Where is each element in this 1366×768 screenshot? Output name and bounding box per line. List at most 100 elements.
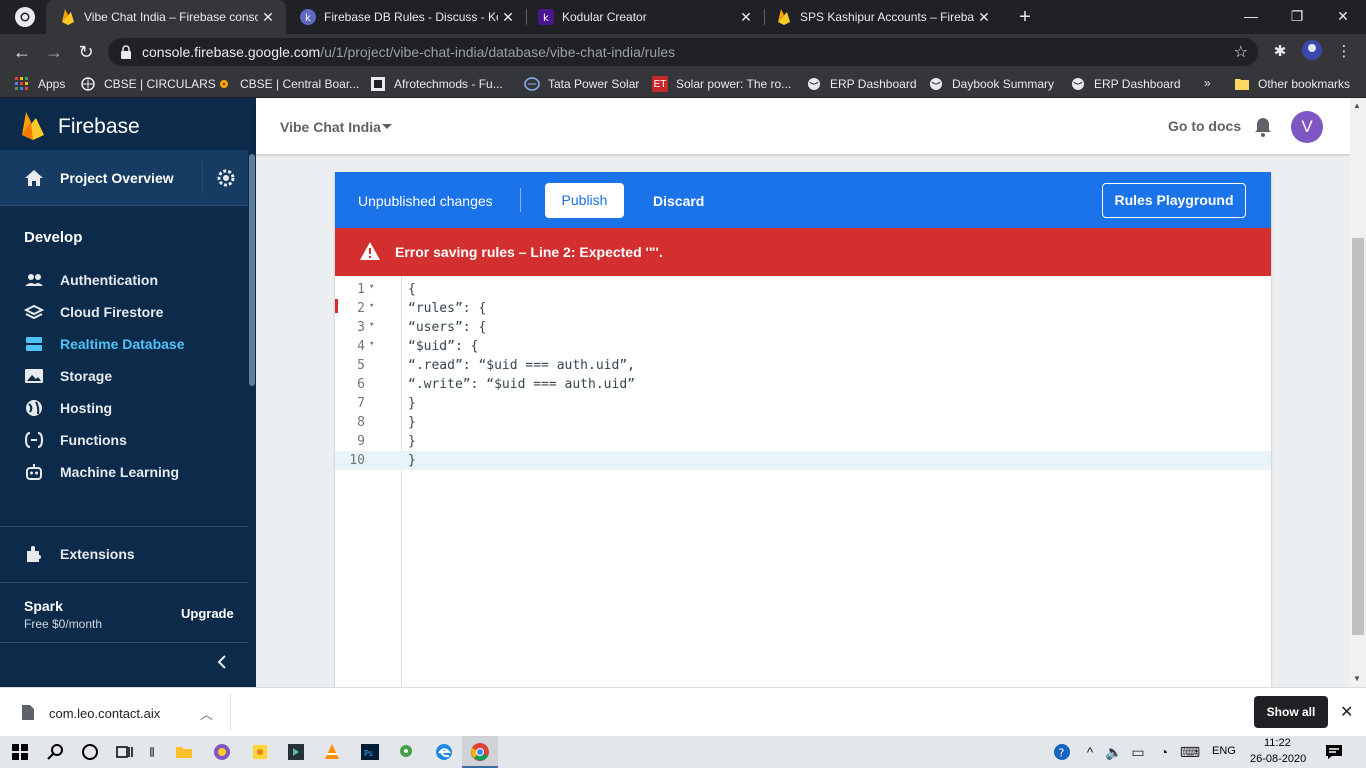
restore-icon[interactable]: ❐ bbox=[1274, 0, 1320, 34]
task-view-icon[interactable] bbox=[114, 742, 134, 762]
language-indicator[interactable]: ENG bbox=[1212, 745, 1236, 757]
bookmark-erp-dashboard-2[interactable]: ERP Dashboard bbox=[1070, 76, 1181, 92]
chevron-up-icon[interactable]: ︿ bbox=[200, 704, 213, 723]
scroll-down-icon[interactable]: ▼ bbox=[1353, 674, 1361, 683]
code-line[interactable]: 8 } bbox=[335, 413, 1271, 432]
rules-playground-button[interactable]: Rules Playground bbox=[1102, 183, 1246, 218]
code-line[interactable]: 1 ▾ { bbox=[335, 280, 1271, 299]
sidebar-item-hosting[interactable]: Hosting bbox=[0, 392, 248, 424]
fold-arrow-icon[interactable]: ▾ bbox=[369, 339, 374, 349]
new-tab-icon[interactable]: + bbox=[1014, 6, 1036, 28]
keyboard-icon[interactable]: ⌨ bbox=[1180, 742, 1200, 762]
reload-icon[interactable]: ↻ bbox=[74, 40, 98, 64]
fold-arrow-icon[interactable]: ▾ bbox=[369, 282, 374, 292]
profile-icon[interactable] bbox=[1300, 40, 1324, 64]
minimize-icon[interactable]: — bbox=[1228, 0, 1274, 34]
sidebar-item-machine-learning[interactable]: Machine Learning bbox=[0, 456, 248, 488]
code-line[interactable]: 3 ▾ “users”: { bbox=[335, 318, 1271, 337]
tab-firebase-db-rules[interactable]: k Firebase DB Rules - Discuss - Kodular … bbox=[286, 0, 526, 34]
notifications-icon[interactable] bbox=[1324, 742, 1344, 762]
bookmark-afrotechmods[interactable]: Afrotechmods - Fu... bbox=[370, 76, 503, 92]
sidebar-item-cloud-firestore[interactable]: Cloud Firestore bbox=[0, 296, 248, 328]
maps-icon[interactable] bbox=[396, 742, 416, 762]
tab-sps-kashipur[interactable]: SPS Kashipur Accounts – Firebase console… bbox=[762, 0, 1002, 34]
chrome-icon[interactable] bbox=[470, 742, 490, 762]
go-to-docs-link[interactable]: Go to docs bbox=[1168, 118, 1241, 134]
code-line[interactable]: 9 } bbox=[335, 432, 1271, 451]
rules-code-editor[interactable]: 1 ▾ { 2 ▾ “rules”: { 3 ▾ “users”: { 4 ▾ … bbox=[335, 276, 1271, 687]
bookmark-erp-dashboard[interactable]: ERP Dashboard bbox=[806, 76, 917, 92]
sidebar-item-storage[interactable]: Storage bbox=[0, 360, 248, 392]
bookmark-apps[interactable]: Apps bbox=[14, 76, 65, 92]
back-icon[interactable]: ← bbox=[10, 40, 34, 64]
sticky-notes-icon[interactable] bbox=[250, 742, 270, 762]
discard-button[interactable]: Discard bbox=[653, 193, 704, 209]
collapse-chevron-icon[interactable] bbox=[214, 654, 230, 670]
fold-arrow-icon[interactable]: ▾ bbox=[369, 301, 374, 311]
upgrade-button[interactable]: Upgrade bbox=[181, 606, 234, 621]
bookmark-daybook-summary[interactable]: Daybook Summary bbox=[928, 76, 1054, 92]
bookmark-star-icon[interactable]: ☆ bbox=[1234, 42, 1248, 62]
volume-icon[interactable]: 🔈 bbox=[1104, 742, 1124, 762]
cortana-icon[interactable] bbox=[80, 742, 100, 762]
photoshop-icon[interactable]: Ps bbox=[360, 742, 380, 762]
sidebar-item-extensions[interactable]: Extensions bbox=[0, 538, 248, 570]
wifi-icon[interactable]: ◔ bbox=[1154, 742, 1174, 762]
app-icon[interactable] bbox=[286, 742, 306, 762]
close-icon[interactable]: ✕ bbox=[736, 9, 756, 26]
address-bar[interactable]: console.firebase.google.com/u/1/project/… bbox=[108, 38, 1258, 66]
app-icon[interactable] bbox=[212, 742, 232, 762]
firebase-logo-icon[interactable] bbox=[22, 112, 44, 140]
code-line[interactable]: 5 “.read”: “$uid === auth.uid”, bbox=[335, 356, 1271, 375]
sidebar-scrollbar[interactable] bbox=[248, 150, 256, 687]
gear-icon[interactable] bbox=[216, 168, 236, 188]
tab-kodular-creator[interactable]: k Kodular Creator ✕ bbox=[524, 0, 764, 34]
show-all-button[interactable]: Show all bbox=[1254, 696, 1328, 728]
extensions-puzzle-icon[interactable]: ✱ bbox=[1268, 40, 1292, 64]
download-filename[interactable]: com.leo.contact.aix bbox=[49, 706, 160, 721]
bell-icon[interactable] bbox=[1254, 117, 1272, 137]
scroll-thumb[interactable] bbox=[1352, 238, 1364, 635]
help-icon[interactable]: ? bbox=[1052, 742, 1072, 762]
code-line[interactable]: 7 } bbox=[335, 394, 1271, 413]
scroll-thumb[interactable] bbox=[249, 154, 255, 386]
windows-start-icon[interactable] bbox=[10, 742, 30, 762]
battery-icon[interactable]: ▭ bbox=[1128, 742, 1148, 762]
project-selector[interactable]: Vibe Chat India bbox=[280, 119, 381, 135]
code-line[interactable]: 2 ▾ “rules”: { bbox=[335, 299, 1271, 318]
close-icon[interactable]: ✕ bbox=[258, 9, 278, 26]
menu-dots-icon[interactable]: ⋮ bbox=[1332, 40, 1356, 64]
scroll-up-icon[interactable]: ▲ bbox=[1353, 101, 1361, 110]
file-explorer-icon[interactable] bbox=[174, 742, 194, 762]
code-line[interactable]: 4 ▾ “$uid”: { bbox=[335, 337, 1271, 356]
page-scrollbar[interactable]: ▲ ▼ bbox=[1350, 98, 1366, 687]
project-overview-link[interactable]: Project Overview bbox=[60, 170, 174, 186]
sidebar-item-realtime-database[interactable]: Realtime Database bbox=[0, 328, 248, 360]
chevron-up-icon[interactable]: ^ bbox=[1080, 742, 1100, 762]
other-bookmarks[interactable]: Other bookmarks bbox=[1234, 76, 1350, 92]
publish-button[interactable]: Publish bbox=[545, 183, 624, 218]
tab-vibe-chat[interactable]: Vibe Chat India – Firebase console ✕ bbox=[46, 0, 286, 34]
close-icon[interactable]: ✕ bbox=[498, 9, 518, 26]
chrome-icon[interactable] bbox=[14, 6, 36, 28]
code-line-current[interactable]: 10 } bbox=[335, 451, 1271, 470]
chevron-down-icon[interactable] bbox=[382, 124, 392, 129]
code-line[interactable]: 6 “.write”: “$uid === auth.uid” bbox=[335, 375, 1271, 394]
clock-time[interactable]: 11:22 bbox=[1264, 737, 1291, 749]
close-icon[interactable]: ✕ bbox=[974, 9, 994, 26]
bookmarks-overflow[interactable]: » bbox=[1204, 76, 1211, 90]
fold-arrow-icon[interactable]: ▾ bbox=[369, 320, 374, 330]
sidebar-item-authentication[interactable]: Authentication bbox=[0, 264, 248, 296]
search-icon[interactable] bbox=[46, 742, 66, 762]
sidebar-item-functions[interactable]: Functions bbox=[0, 424, 248, 456]
window-close-icon[interactable]: ✕ bbox=[1320, 0, 1366, 34]
forward-icon[interactable]: → bbox=[42, 40, 66, 64]
edge-icon[interactable] bbox=[434, 742, 454, 762]
clock-date[interactable]: 26-08-2020 bbox=[1250, 753, 1306, 765]
bookmark-cbse-circulars[interactable]: CBSE | CIRCULARS bbox=[80, 76, 216, 92]
bookmark-tata-power-solar[interactable]: Tata Power Solar bbox=[524, 76, 639, 92]
vlc-icon[interactable] bbox=[322, 742, 342, 762]
close-icon[interactable]: ✕ bbox=[1340, 702, 1353, 722]
bookmark-cbse-central[interactable]: CBSE | Central Boar... bbox=[216, 76, 359, 92]
bookmark-solar-power[interactable]: ET Solar power: The ro... bbox=[652, 76, 791, 92]
